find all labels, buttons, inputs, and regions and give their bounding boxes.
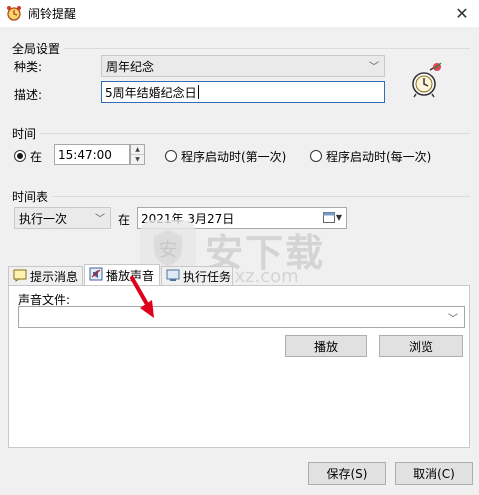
message-icon [13,268,27,285]
window-title: 闹铃提醒 [28,7,77,21]
alarm-app-icon [6,5,22,21]
alarm-clock-icon [406,60,446,100]
sound-file-select[interactable]: ﹀ [18,306,465,328]
schedule-mode-select[interactable]: 执行一次 ﹀ [14,207,111,229]
schedule-group-divider [10,196,470,197]
chevron-down-icon: ﹀ [95,213,105,225]
schedule-mode-value: 执行一次 [19,211,68,226]
task-icon [166,268,180,285]
schedule-at-label: 在 [118,213,131,227]
startup-each-radio[interactable] [310,150,322,162]
type-label: 种类: [14,60,43,74]
time-value: 15:47:00 [58,147,112,162]
startup-each-label: 程序启动时(每一次) [326,150,432,164]
tab-task[interactable]: 执行任务 [161,266,233,286]
startup-first-label: 程序启动时(第一次) [181,150,287,164]
startup-first-radio[interactable] [165,150,177,162]
close-button[interactable]: ✕ [445,0,479,27]
chevron-down-icon: ﹀ [448,314,458,325]
description-value: 5周年结婚纪念日 [105,85,197,100]
tab-message-label: 提示消息 [30,270,79,284]
chevron-down-icon: ﹀ [369,61,379,73]
time-at-radio[interactable] [14,150,26,162]
radio-selected-dot [17,153,23,159]
description-input[interactable]: 5周年结婚纪念日 [101,81,385,103]
time-group-divider [10,133,470,134]
time-spinner[interactable]: ▲ ▼ [130,144,145,165]
sound-icon [89,267,103,284]
tab-message[interactable]: 提示消息 [8,266,83,286]
type-select-value: 周年纪念 [106,59,155,74]
global-group-divider [10,48,470,49]
calendar-dropdown-icon[interactable]: ▼ [322,211,342,223]
svg-text:安: 安 [159,240,177,261]
tab-task-label: 执行任务 [183,270,232,284]
type-select[interactable]: 周年纪念 ﹀ [101,55,385,77]
red-arrow-annotation [128,276,164,324]
text-cursor [197,85,199,99]
play-button[interactable]: 播放 [285,335,367,357]
description-label: 描述: [14,88,43,102]
schedule-group-label: 时间表 [12,188,53,205]
global-group-label: 全局设置 [12,40,65,57]
time-at-label: 在 [30,150,43,164]
time-input[interactable]: 15:47:00 [54,144,130,165]
spin-down-icon[interactable]: ▼ [131,154,144,164]
close-icon: ✕ [455,4,469,23]
save-button[interactable]: 保存(S) [308,462,386,485]
browse-button[interactable]: 浏览 [379,335,463,357]
time-group-label: 时间 [12,125,41,142]
spin-up-icon[interactable]: ▲ [131,145,144,154]
cancel-button[interactable]: 取消(C) [395,462,473,485]
